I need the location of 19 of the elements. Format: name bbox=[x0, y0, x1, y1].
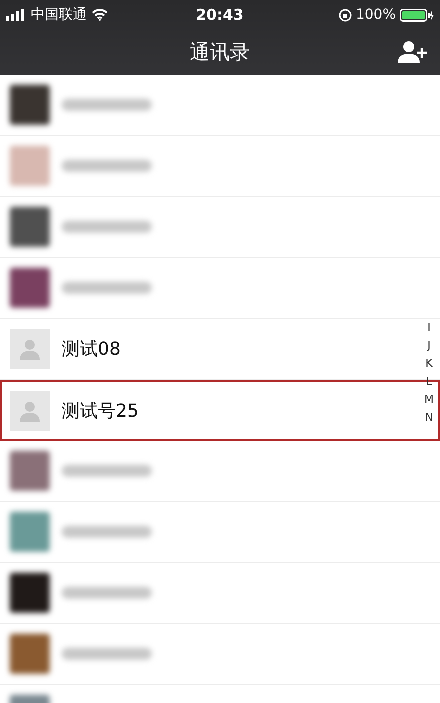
person-icon bbox=[19, 400, 41, 422]
battery-icon bbox=[400, 8, 434, 22]
person-icon bbox=[19, 338, 41, 360]
contact-name: 测试号25 bbox=[62, 400, 139, 422]
contact-name: 测试08 bbox=[62, 338, 121, 361]
battery-percent: 100% bbox=[356, 7, 396, 23]
add-contact-button[interactable] bbox=[398, 41, 428, 63]
page-title: 通讯录 bbox=[190, 39, 250, 66]
index-letter[interactable]: N bbox=[425, 410, 434, 426]
carrier-name: 中国联通 bbox=[31, 6, 87, 24]
index-letter[interactable]: I bbox=[428, 320, 431, 336]
signal-icon bbox=[6, 9, 26, 21]
wifi-icon bbox=[92, 9, 108, 21]
index-letter[interactable]: M bbox=[424, 392, 434, 408]
status-time: 20:43 bbox=[196, 6, 244, 24]
index-letter[interactable]: J bbox=[428, 338, 431, 354]
add-person-icon bbox=[398, 41, 428, 63]
rotation-lock-icon bbox=[338, 8, 352, 22]
index-letter[interactable]: K bbox=[426, 356, 433, 372]
